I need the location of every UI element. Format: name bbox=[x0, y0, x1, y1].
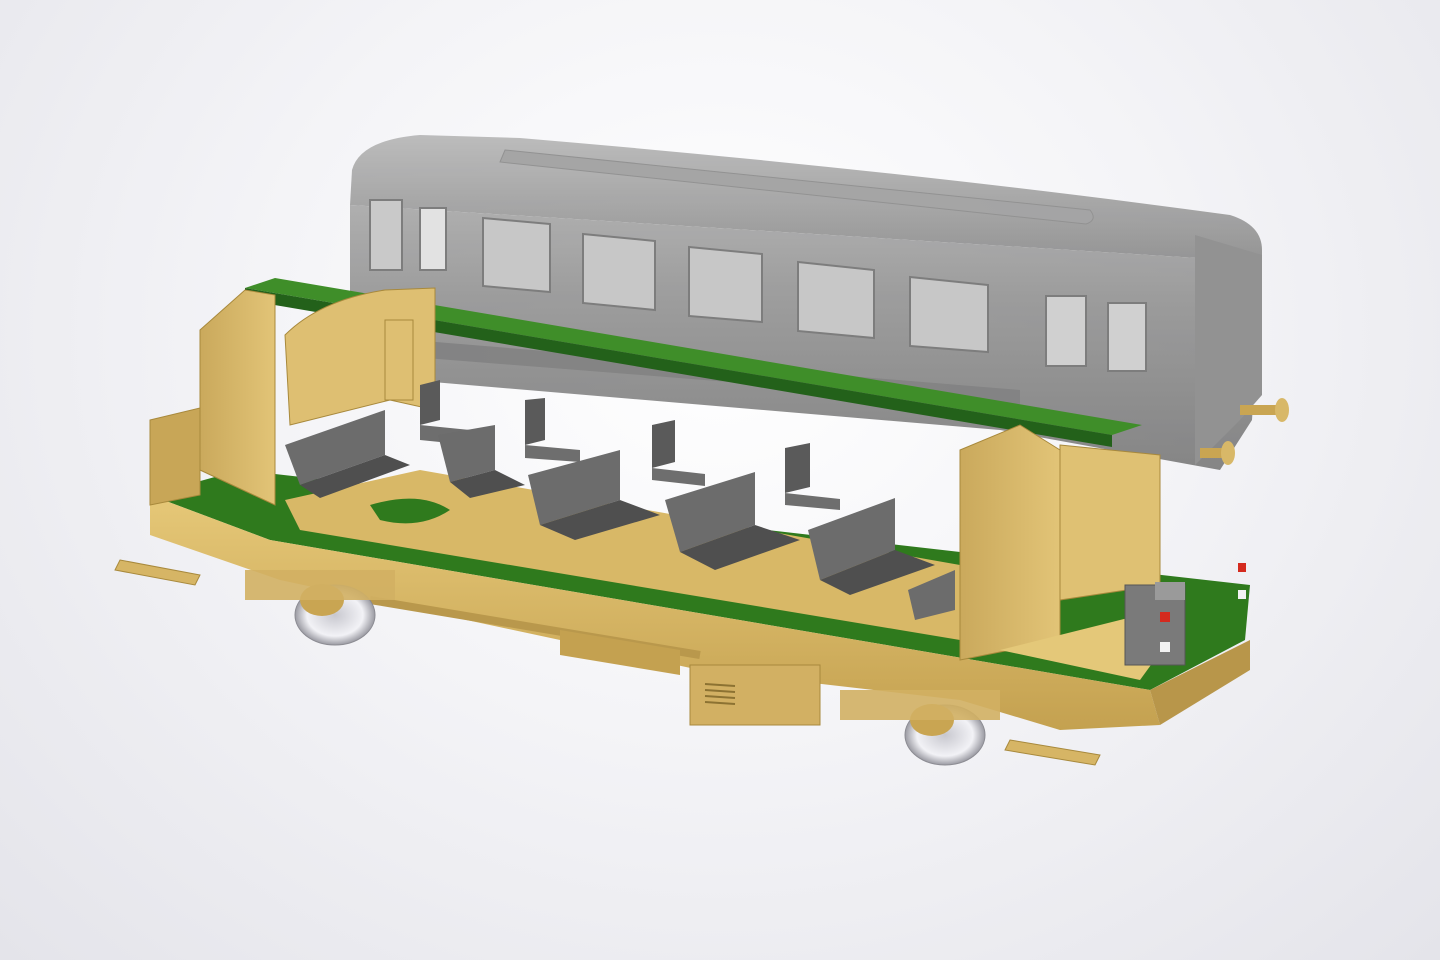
door-window bbox=[1045, 295, 1087, 367]
front-end-wall bbox=[149, 287, 436, 506]
front-vestibule bbox=[149, 407, 201, 506]
battery-box bbox=[689, 664, 821, 726]
entry-step-rear bbox=[1004, 739, 1101, 766]
door-window bbox=[1107, 302, 1147, 372]
buffer-head bbox=[1221, 441, 1235, 465]
window bbox=[797, 260, 875, 340]
window bbox=[582, 232, 656, 312]
window bbox=[369, 199, 403, 271]
buffer-head bbox=[1275, 398, 1289, 422]
window bbox=[909, 275, 989, 354]
door-window bbox=[419, 207, 447, 271]
window bbox=[688, 245, 763, 324]
render-canvas bbox=[0, 0, 1440, 960]
seat bbox=[785, 443, 840, 510]
tail-lamp bbox=[1238, 563, 1246, 572]
seat bbox=[525, 398, 580, 462]
car-end-cab bbox=[1195, 235, 1262, 465]
railcar-illustration bbox=[114, 135, 1289, 766]
seat bbox=[652, 420, 705, 486]
control-panel bbox=[1124, 582, 1186, 666]
tail-lamp bbox=[1160, 612, 1170, 622]
wheelset-rear bbox=[840, 690, 1000, 766]
head-lamp bbox=[1160, 642, 1170, 652]
entry-step-front bbox=[114, 559, 201, 586]
window bbox=[482, 216, 551, 294]
wheelset-front bbox=[245, 570, 395, 646]
head-lamp bbox=[1238, 590, 1246, 599]
